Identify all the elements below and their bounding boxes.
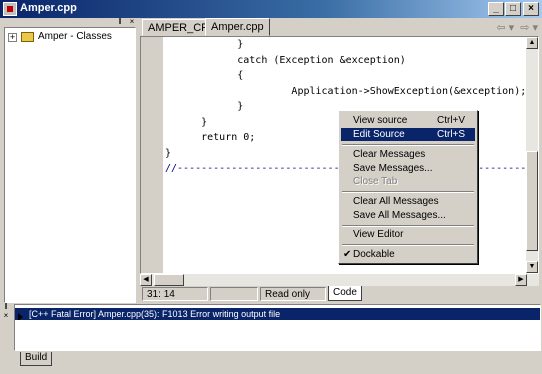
menu-item-save-messages[interactable]: Save Messages... — [341, 162, 475, 175]
menu-item-clear-all-messages[interactable]: Clear All Messages — [341, 195, 475, 208]
message-row[interactable]: [C++ Fatal Error] Amper.cpp(35): F1013 E… — [15, 308, 540, 320]
panel-header: ‖ × — [0, 18, 138, 26]
scroll-down-icon[interactable]: ▼ — [526, 261, 538, 273]
expand-icon[interactable]: + — [8, 33, 17, 42]
scroll-up-icon[interactable]: ▲ — [526, 37, 538, 49]
message-panel-grip[interactable]: ‖ × — [0, 302, 12, 348]
class-explorer-panel: ‖ × + Amper - Classes — [0, 18, 138, 304]
context-menu: View source Ctrl+V Edit Source Ctrl+S Cl… — [338, 110, 478, 264]
cursor-line: 31 — [147, 289, 159, 300]
menu-item-label: Dockable — [353, 249, 395, 260]
app-icon[interactable] — [3, 2, 17, 16]
check-icon: ✔ — [343, 249, 352, 260]
message-text: [C++ Fatal Error] Amper.cpp(35): F1013 E… — [29, 309, 281, 319]
scroll-right-icon[interactable]: ▶ — [515, 274, 527, 286]
message-panel: ‖ × [C++ Fatal Error] Amper.cpp(35): F101… — [0, 302, 542, 374]
minimize-button[interactable]: _ — [488, 2, 504, 16]
code-line[interactable]: Application->ShowException(&exception); — [165, 84, 528, 100]
editor-gutter — [141, 37, 163, 273]
maximize-button[interactable]: □ — [505, 2, 521, 16]
menu-item-view-editor[interactable]: View Editor — [341, 228, 475, 241]
vertical-scroll-thumb[interactable] — [526, 151, 538, 251]
panel-close-icon[interactable]: × — [128, 18, 136, 26]
horizontal-scrollbar[interactable]: ◀ ▶ — [140, 274, 539, 286]
code-line[interactable]: catch (Exception &exception) — [165, 53, 528, 69]
horizontal-scroll-thumb[interactable] — [154, 274, 184, 286]
tab-amper-cpp[interactable]: Amper.cpp — [205, 18, 270, 36]
class-tree[interactable]: + Amper - Classes — [4, 27, 136, 303]
back-arrow-icon[interactable]: ⇦ ▾ — [496, 22, 514, 34]
menu-item-view-source[interactable]: View source Ctrl+V — [341, 114, 475, 127]
modified-indicator — [210, 287, 258, 301]
vertical-scrollbar[interactable]: ▲ ▼ — [526, 37, 538, 273]
folder-icon — [21, 32, 34, 42]
code-line[interactable]: } — [165, 37, 528, 53]
tab-code[interactable]: Code — [328, 286, 362, 301]
menu-item-close-tab: Close Tab — [353, 176, 398, 187]
menu-item-label: View source — [353, 115, 408, 126]
scroll-left-icon[interactable]: ◀ — [140, 274, 152, 286]
editor-status-bar: 31: 14 Read only Code — [140, 286, 542, 302]
menu-item-shortcut: Ctrl+S — [437, 129, 466, 140]
message-arrow-icon — [18, 313, 23, 320]
editor-tab-row: AMPER_CPP Amper.cpp ⇦ ▾ ⇨ ▾ — [140, 18, 542, 36]
message-list[interactable]: [C++ Fatal Error] Amper.cpp(35): F1013 E… — [14, 304, 541, 351]
menu-separator — [342, 144, 474, 146]
menu-item-dockable[interactable]: ✔ Dockable — [341, 248, 475, 261]
menu-separator — [342, 244, 474, 246]
menu-item-clear-messages[interactable]: Clear Messages — [341, 148, 475, 161]
cursor-position: 31: 14 — [142, 287, 208, 301]
menu-separator — [342, 191, 474, 193]
tree-item-label: Amper - Classes — [38, 31, 112, 42]
tab-build[interactable]: Build — [20, 352, 53, 366]
menu-item-save-all-messages[interactable]: Save All Messages... — [341, 209, 475, 222]
forward-arrow-icon[interactable]: ⇨ ▾ — [520, 22, 538, 34]
window-title: Amper.cpp — [20, 2, 77, 14]
read-only-status: Read only — [260, 287, 326, 301]
menu-separator — [342, 225, 474, 227]
title-bar: Amper.cpp _ □ × — [0, 0, 542, 18]
menu-item-edit-source[interactable]: Edit Source Ctrl+S — [341, 128, 475, 141]
close-button[interactable]: × — [523, 2, 539, 16]
menu-item-label: Edit Source — [353, 129, 405, 140]
code-line[interactable]: { — [165, 68, 528, 84]
pin-icon[interactable]: ‖ — [116, 18, 124, 26]
navigation-buttons: ⇦ ▾ ⇨ ▾ — [493, 21, 538, 34]
cursor-col: 14 — [163, 289, 175, 300]
menu-item-shortcut: Ctrl+V — [437, 115, 466, 126]
